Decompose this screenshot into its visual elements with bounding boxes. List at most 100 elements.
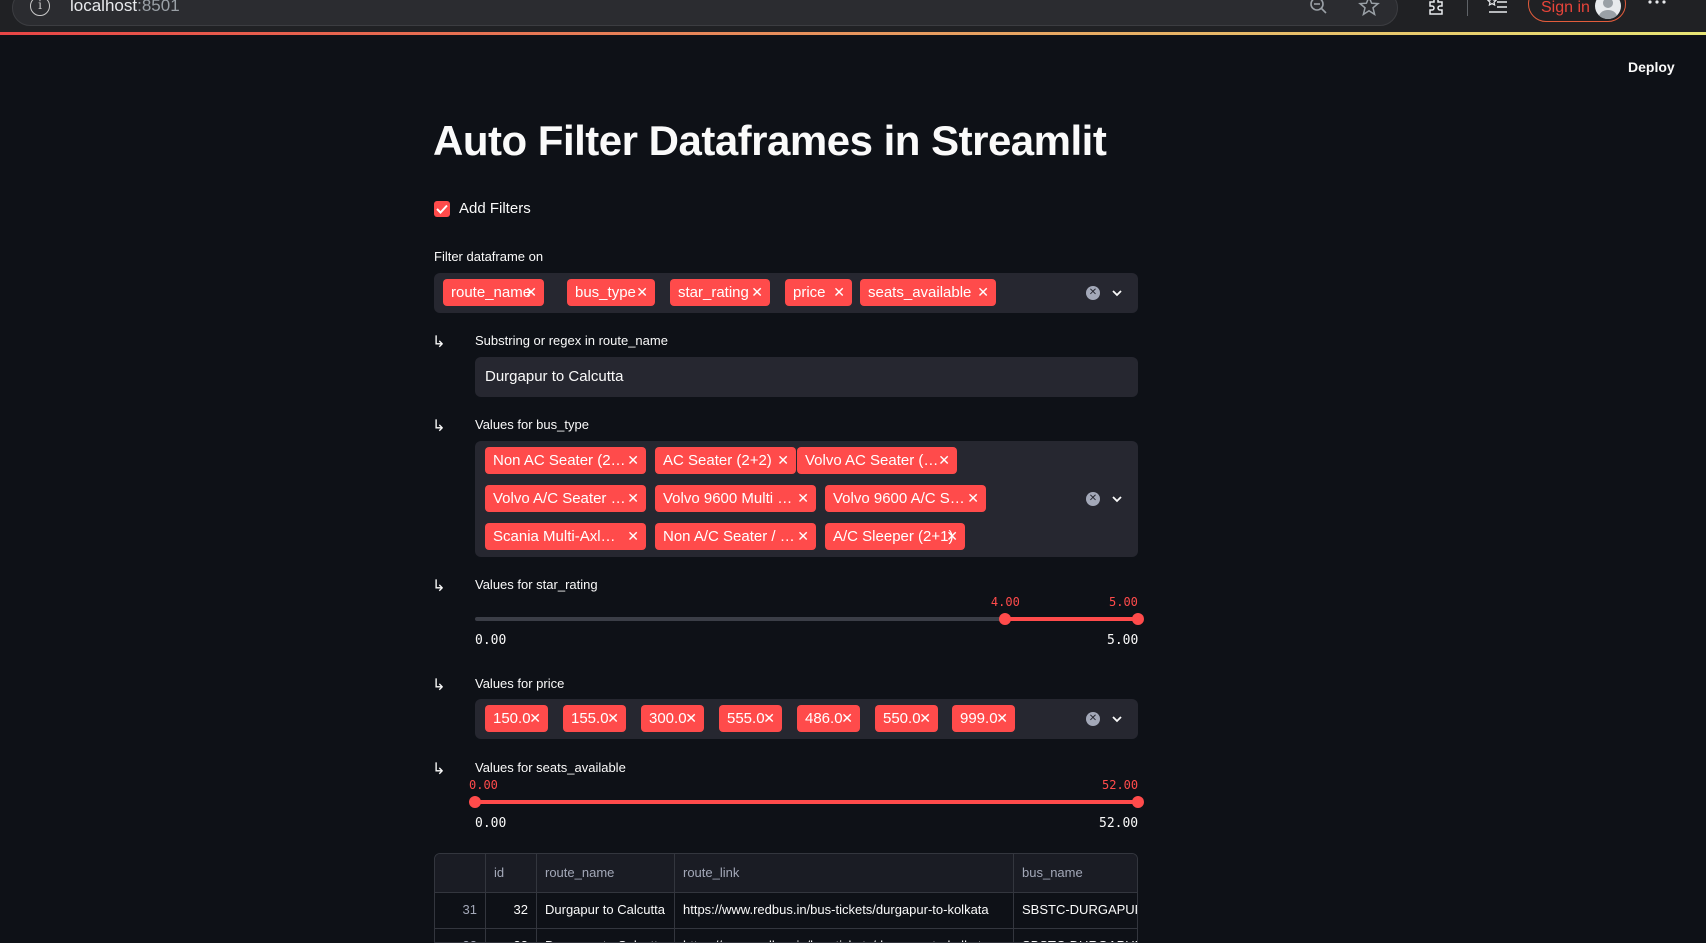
tag-bus-type-value[interactable]: AC Seater (2+2) ✕ [655, 447, 796, 474]
chevron-down-icon[interactable] [1110, 712, 1124, 726]
deploy-button[interactable]: Deploy [1628, 59, 1675, 75]
filter-columns-label: Filter dataframe on [434, 249, 544, 264]
tag-price-value[interactable]: 155.0 ✕ [563, 705, 626, 732]
remove-tag-icon[interactable]: ✕ [797, 485, 809, 512]
tag-bus-type[interactable]: bus_type ✕ [567, 279, 655, 306]
remove-tag-icon[interactable]: ✕ [777, 447, 789, 474]
table-row[interactable]: 31 32 Durgapur to Calcutta https://www.r… [435, 892, 1137, 929]
slider-high-value: 52.00 [1102, 778, 1139, 792]
tag-bus-type-value[interactable]: Non A/C Seater / … ✕ [655, 523, 816, 550]
tag-bus-type-value[interactable]: Volvo A/C Seater … ✕ [485, 485, 646, 512]
remove-tag-icon[interactable]: ✕ [529, 705, 541, 732]
tag-bus-type-value[interactable]: Non AC Seater (2… ✕ [485, 447, 646, 474]
remove-tag-icon[interactable]: ✕ [636, 279, 648, 306]
remove-tag-icon[interactable]: ✕ [627, 523, 639, 550]
nested-arrow-icon: ↳ [432, 576, 446, 595]
chevron-down-icon[interactable] [1110, 492, 1124, 506]
bus-name-cell[interactable]: SBSTC-DURGAPUR - [1014, 892, 1137, 928]
remove-tag-icon[interactable]: ✕ [751, 279, 763, 306]
tag-price-value[interactable]: 999.0 ✕ [952, 705, 1015, 732]
bus-name-cell[interactable]: SBSTC-DURGAPUR - [1014, 928, 1137, 942]
tag-price-value[interactable]: 150.0 ✕ [485, 705, 548, 732]
clear-all-icon[interactable]: ✕ [1086, 286, 1100, 300]
slider-min-label: 0.00 [475, 816, 507, 831]
tag-label: 300.0 [649, 710, 687, 727]
favorites-list-icon[interactable] [1487, 0, 1509, 16]
route-name-cell[interactable]: Durgapur to Calcutta [537, 928, 675, 942]
remove-tag-icon[interactable]: ✕ [525, 279, 537, 306]
tag-price[interactable]: price ✕ [785, 279, 852, 306]
zoom-out-icon[interactable] [1308, 0, 1330, 16]
favorite-star-icon[interactable] [1358, 0, 1380, 16]
sign-in-label: Sign in [1541, 0, 1590, 16]
tag-bus-type-value[interactable]: Volvo 9600 Multi … ✕ [655, 485, 816, 512]
tag-route-name[interactable]: route_name ✕ [443, 279, 544, 306]
address-bar[interactable] [12, 0, 1398, 26]
tag-label: 550.0 [883, 710, 921, 727]
route-name-cell[interactable]: Durgapur to Calcutta [537, 892, 675, 928]
price-multiselect[interactable]: 150.0 ✕ 155.0 ✕ 300.0 ✕ 555.0 ✕ 486.0 ✕ 550.0… [475, 699, 1138, 739]
column-header-index[interactable] [435, 854, 486, 892]
remove-tag-icon[interactable]: ✕ [946, 523, 958, 550]
table-header: id route_name route_link bus_name [435, 854, 1137, 893]
chevron-down-icon[interactable] [1110, 286, 1124, 300]
slider-selected-range [475, 800, 1138, 804]
add-filters-checkbox[interactable] [434, 201, 450, 217]
remove-tag-icon[interactable]: ✕ [996, 705, 1008, 732]
column-header-route-name[interactable]: route_name [537, 854, 675, 892]
tag-price-value[interactable]: 300.0 ✕ [641, 705, 704, 732]
slider-low-thumb[interactable] [469, 796, 481, 808]
tag-label: Non A/C Seater / … [663, 528, 795, 545]
tag-bus-type-value[interactable]: Volvo AC Seater (… ✕ [797, 447, 957, 474]
remove-tag-icon[interactable]: ✕ [919, 705, 931, 732]
tag-label: Volvo A/C Seater … [493, 490, 626, 507]
dataframe-table[interactable]: id route_name route_link bus_name 31 32 … [434, 853, 1138, 943]
remove-tag-icon[interactable]: ✕ [833, 279, 845, 306]
more-options-icon[interactable] [1646, 0, 1668, 16]
route-link-cell[interactable]: https://www.redbus.in/bus-tickets/durgap… [675, 892, 1014, 928]
remove-tag-icon[interactable]: ✕ [797, 523, 809, 550]
column-header-bus-name[interactable]: bus_name [1014, 854, 1137, 892]
tag-bus-type-value[interactable]: A/C Sleeper (2+1) ✕ [825, 523, 965, 550]
url-text[interactable]: localhost:8501 [70, 0, 180, 16]
remove-tag-icon[interactable]: ✕ [841, 705, 853, 732]
remove-tag-icon[interactable]: ✕ [607, 705, 619, 732]
remove-tag-icon[interactable]: ✕ [685, 705, 697, 732]
clear-all-icon[interactable]: ✕ [1086, 712, 1100, 726]
bus-type-multiselect[interactable]: Non AC Seater (2… ✕ AC Seater (2+2) ✕ Volv… [475, 441, 1138, 557]
clear-all-icon[interactable]: ✕ [1086, 492, 1100, 506]
seats-filter-label: Values for seats_available [475, 760, 626, 775]
slider-low-thumb[interactable] [999, 613, 1012, 625]
slider-high-thumb[interactable] [1132, 613, 1144, 625]
tag-star-rating[interactable]: star_rating ✕ [670, 279, 770, 306]
remove-tag-icon[interactable]: ✕ [627, 485, 639, 512]
tag-label: A/C Sleeper (2+1) [833, 528, 954, 545]
tag-bus-type-value[interactable]: Scania Multi-Axl… ✕ [485, 523, 646, 550]
slider-high-thumb[interactable] [1132, 796, 1144, 808]
filter-columns-multiselect[interactable]: route_name ✕ bus_type ✕ star_rating ✕ price… [434, 273, 1138, 313]
column-header-id[interactable]: id [486, 854, 537, 892]
remove-tag-icon[interactable]: ✕ [627, 447, 639, 474]
sign-in-button[interactable]: Sign in [1528, 0, 1626, 22]
route-link-cell[interactable]: https://www.redbus.in/bus-tickets/durgap… [675, 928, 1014, 942]
column-header-route-link[interactable]: route_link [675, 854, 1014, 892]
url-port: :8501 [137, 0, 180, 15]
tag-label: route_name [451, 284, 532, 301]
table-row[interactable]: 32 33 Durgapur to Calcutta https://www.r… [435, 928, 1137, 942]
tag-label: bus_type [575, 284, 636, 301]
remove-tag-icon[interactable]: ✕ [763, 705, 775, 732]
tag-seats-available[interactable]: seats_available ✕ [860, 279, 996, 306]
id-cell[interactable]: 32 [486, 892, 537, 928]
remove-tag-icon[interactable]: ✕ [938, 447, 950, 474]
checkmark-icon [436, 204, 448, 214]
id-cell[interactable]: 33 [486, 928, 537, 942]
route-name-text-input[interactable]: Durgapur to Calcutta [475, 357, 1138, 397]
extensions-icon[interactable] [1425, 0, 1447, 16]
remove-tag-icon[interactable]: ✕ [977, 279, 989, 306]
tag-bus-type-value[interactable]: Volvo 9600 A/C S… ✕ [825, 485, 986, 512]
remove-tag-icon[interactable]: ✕ [967, 485, 979, 512]
add-filters-label[interactable]: Add Filters [459, 200, 531, 217]
tag-price-value[interactable]: 550.0 ✕ [875, 705, 938, 732]
tag-price-value[interactable]: 486.0 ✕ [797, 705, 860, 732]
tag-price-value[interactable]: 555.0 ✕ [719, 705, 782, 732]
